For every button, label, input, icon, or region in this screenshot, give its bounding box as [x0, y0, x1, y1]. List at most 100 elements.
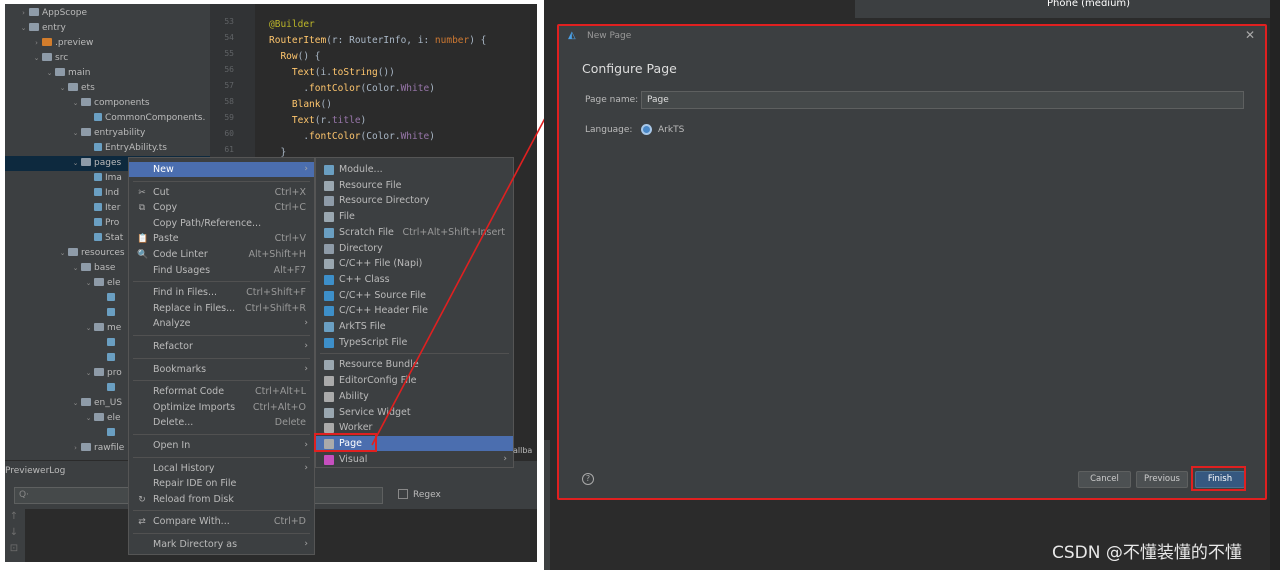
menu-item-new[interactable]: New ›	[129, 162, 314, 177]
menu-icon: ⧉	[138, 203, 146, 214]
tree-item[interactable]: ⌄ entry	[5, 21, 210, 36]
cancel-button[interactable]: Cancel	[1078, 471, 1131, 488]
submenu-item-resource-bundle[interactable]: Resource Bundle	[316, 357, 513, 372]
chevron-right-icon: ›	[304, 440, 308, 450]
tree-arrow-icon[interactable]: ⌄	[84, 366, 93, 381]
submenu-item-file[interactable]: File	[316, 209, 513, 224]
submenu-item-c-c++-source-file[interactable]: C/C++ Source File	[316, 288, 513, 303]
tree-item[interactable]: ⌄ src	[5, 51, 210, 66]
submenu-item-typescript-file[interactable]: TypeScript File	[316, 335, 513, 350]
submenu-item-ability[interactable]: Ability	[316, 389, 513, 404]
menu-item-copy-path-reference[interactable]: Copy Path/Reference...	[129, 216, 314, 231]
file-icon	[94, 233, 102, 241]
search-icon: Q·	[19, 490, 29, 500]
submenu-item-scratch-file[interactable]: Scratch File Ctrl+Alt+Shift+Insert	[316, 225, 513, 240]
tree-item[interactable]: CommonComponents.	[5, 111, 210, 126]
submenu-item-directory[interactable]: Directory	[316, 241, 513, 256]
tree-arrow-icon[interactable]: ⌄	[71, 261, 80, 276]
menu-item-code-linter[interactable]: 🔍 Code Linter Alt+Shift+H	[129, 247, 314, 262]
regex-checkbox[interactable]: Regex	[398, 489, 441, 500]
help-icon[interactable]: ?	[582, 473, 594, 485]
page-annotation-box	[314, 433, 377, 452]
menu-item-copy[interactable]: ⧉ Copy Ctrl+C	[129, 200, 314, 215]
submenu-item-c-c++-header-file[interactable]: C/C++ Header File	[316, 303, 513, 318]
menu-item-replace-in-files[interactable]: Replace in Files... Ctrl+Shift+R	[129, 301, 314, 316]
submenu-item-module[interactable]: Module...	[316, 162, 513, 177]
tree-arrow-icon[interactable]: ⌄	[71, 156, 80, 171]
close-icon[interactable]: ✕	[1245, 28, 1255, 42]
tree-arrow-icon[interactable]: ⌄	[71, 96, 80, 111]
menu-item-open-in[interactable]: Open In ›	[129, 438, 314, 453]
submenu-item-c++-class[interactable]: C++ Class	[316, 272, 513, 287]
menu-item-reformat-code[interactable]: Reformat Code Ctrl+Alt+L	[129, 384, 314, 399]
menu-item-refactor[interactable]: Refactor ›	[129, 339, 314, 354]
tree-arrow-icon[interactable]: ›	[71, 441, 80, 456]
tree-arrow-icon[interactable]: ⌄	[58, 246, 67, 261]
menu-item-label: Open In	[153, 440, 191, 451]
menu-item-reload-from-disk[interactable]: ↻ Reload from Disk	[129, 492, 314, 507]
tree-item[interactable]: › .preview	[5, 36, 210, 51]
file-icon	[324, 212, 334, 223]
menu-item-paste[interactable]: 📋 Paste Ctrl+V	[129, 231, 314, 246]
menu-item-label: Resource Directory	[339, 195, 430, 207]
page-name-input[interactable]: Page	[641, 91, 1244, 109]
submenu-item-c-c++-file-napi[interactable]: C/C++ File (Napi)	[316, 256, 513, 271]
submenu-item-service-widget[interactable]: Service Widget	[316, 405, 513, 420]
line-number: 58	[224, 97, 234, 106]
menu-item-label: ArkTS File	[339, 321, 386, 332]
menu-item-delete[interactable]: Delete... Delete	[129, 415, 314, 430]
submenu-item-visual[interactable]: Visual ›	[316, 452, 513, 467]
menu-item-label: TypeScript File	[339, 336, 408, 348]
tree-item[interactable]: EntryAbility.ts	[5, 141, 210, 156]
chevron-right-icon: ›	[304, 318, 308, 329]
checkbox-box[interactable]	[398, 489, 408, 499]
menu-item-find-in-files[interactable]: Find in Files... Ctrl+Shift+F	[129, 285, 314, 300]
ability-icon	[324, 391, 334, 402]
log-side-icon[interactable]: ↑	[5, 509, 23, 525]
previous-button[interactable]: Previous	[1136, 471, 1188, 488]
tree-arrow-icon[interactable]: ⌄	[32, 51, 41, 66]
arkts-radio[interactable]	[641, 124, 652, 135]
tree-arrow-icon[interactable]: ›	[19, 6, 28, 21]
menu-item-label: Copy	[153, 202, 178, 214]
menu-item-mark-directory-as[interactable]: Mark Directory as ›	[129, 537, 314, 552]
submenu-item-editorconfig-file[interactable]: EditorConfig File	[316, 373, 513, 388]
menu-item-bookmarks[interactable]: Bookmarks ›	[129, 362, 314, 377]
tree-item[interactable]: ⌄ ets	[5, 81, 210, 96]
tree-item[interactable]: ⌄ main	[5, 66, 210, 81]
file-icon	[94, 143, 102, 151]
tree-arrow-icon[interactable]: ⌄	[71, 396, 80, 411]
tree-item[interactable]: › AppScope	[5, 6, 210, 21]
tree-arrow-icon[interactable]: ⌄	[58, 81, 67, 96]
tree-item[interactable]: ⌄ entryability	[5, 126, 210, 141]
file-icon	[107, 338, 115, 346]
menu-item-find-usages[interactable]: Find Usages Alt+F7	[129, 263, 314, 278]
folder-icon	[29, 23, 39, 31]
tree-arrow-icon[interactable]: ⌄	[84, 321, 93, 336]
menu-item-compare-with[interactable]: ⇄ Compare With... Ctrl+D	[129, 514, 314, 529]
tree-arrow-icon[interactable]: ›	[32, 36, 41, 51]
tree-item-label: Ind	[105, 188, 120, 198]
menu-item-cut[interactable]: ✂ Cut Ctrl+X	[129, 185, 314, 200]
file-icon	[107, 428, 115, 436]
tree-arrow-icon[interactable]: ⌄	[45, 66, 54, 81]
finish-annotation-box	[1191, 466, 1246, 491]
tree-item-label: entry	[42, 23, 66, 33]
menu-item-repair-ide-on-file[interactable]: Repair IDE on File	[129, 476, 314, 491]
submenu-item-resource-file[interactable]: Resource File	[316, 178, 513, 193]
log-side-icon[interactable]: ⊡	[5, 541, 23, 557]
submenu-item-arkts-file[interactable]: ArkTS File	[316, 319, 513, 334]
tree-arrow-icon[interactable]: ⌄	[84, 411, 93, 426]
line-number: 53	[224, 17, 234, 26]
tree-arrow-icon[interactable]: ⌄	[71, 126, 80, 141]
tree-arrow-icon[interactable]: ⌄	[84, 276, 93, 291]
menu-item-local-history[interactable]: Local History ›	[129, 461, 314, 476]
tree-item[interactable]: ⌄ components	[5, 96, 210, 111]
menu-shortcut: Delete	[274, 417, 306, 429]
submenu-item-resource-directory[interactable]: Resource Directory	[316, 193, 513, 208]
code-token: Text	[269, 115, 315, 126]
menu-item-analyze[interactable]: Analyze ›	[129, 316, 314, 331]
tree-arrow-icon[interactable]: ⌄	[19, 21, 28, 36]
log-side-icon[interactable]: ↓	[5, 525, 23, 541]
menu-item-optimize-imports[interactable]: Optimize Imports Ctrl+Alt+O	[129, 400, 314, 415]
